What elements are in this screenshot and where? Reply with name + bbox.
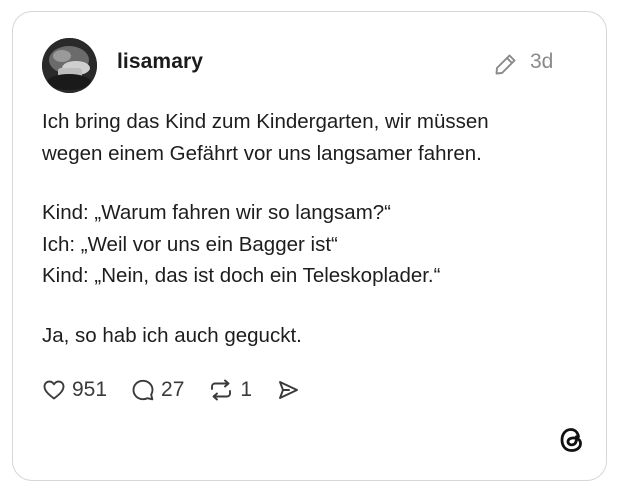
post-text-line: Kind: „Warum fahren wir so langsam?“ [42, 201, 392, 224]
reply-button[interactable]: 27 [131, 378, 184, 402]
repost-count: 1 [240, 378, 253, 401]
post-timestamp: 3d [530, 50, 554, 73]
post-text-line: Ich bring das Kind zum Kindergarten, wir… [42, 110, 489, 133]
speech-bubble-icon [132, 379, 154, 401]
avatar[interactable] [42, 38, 97, 93]
like-button[interactable]: 951 [42, 378, 107, 402]
repost-button[interactable]: 1 [208, 378, 252, 402]
post-text-line: Kind: „Nein, das ist doch ein Teleskopla… [42, 264, 441, 287]
send-icon [279, 381, 299, 399]
reply-count: 27 [161, 378, 185, 401]
repost-icon [211, 379, 232, 401]
post-text-line: Ja, so hab ich auch geguckt. [42, 323, 302, 347]
username[interactable]: lisamary [117, 50, 203, 74]
post-card: lisamary 3d Ich bring das Kind zum Kinde… [12, 11, 607, 481]
share-button[interactable] [276, 378, 300, 402]
heart-icon [43, 380, 65, 400]
post-text: Ich bring das Kind zum Kindergarten, wir… [42, 106, 582, 351]
post-text-line: wegen einem Gefährt vor uns langsamer fa… [42, 141, 482, 165]
like-count: 951 [72, 378, 108, 401]
action-bar: 951 27 1 [42, 375, 324, 405]
pencil-icon[interactable] [493, 51, 519, 77]
post-text-line: Ich: „Weil vor uns ein Bagger ist“ [42, 232, 338, 256]
threads-logo-icon[interactable] [558, 425, 586, 455]
